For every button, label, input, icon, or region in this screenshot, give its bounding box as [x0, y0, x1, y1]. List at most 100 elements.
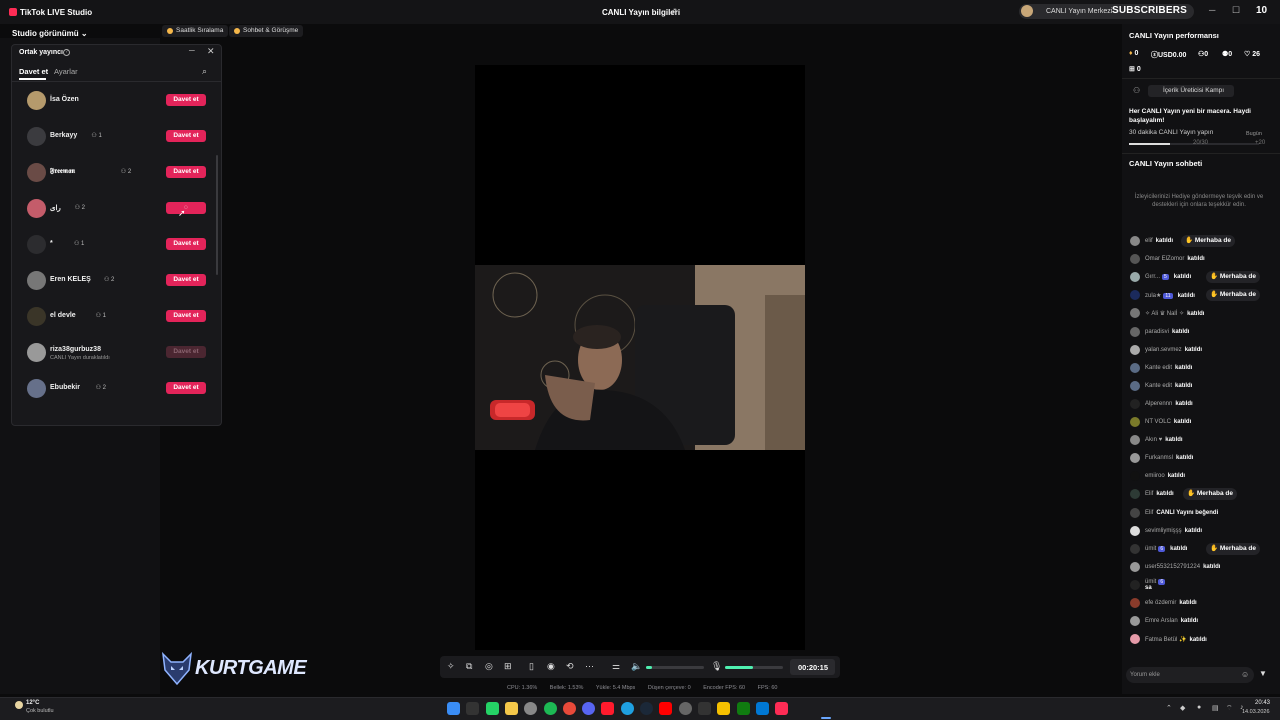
- avatar[interactable]: [27, 235, 46, 254]
- discord-icon[interactable]: [582, 702, 596, 715]
- weather-temp[interactable]: 12°C: [26, 700, 39, 706]
- chat-avatar[interactable]: [1130, 344, 1140, 355]
- search-icon[interactable]: ⌕: [202, 66, 207, 77]
- chat-username[interactable]: Alperennn: [1145, 401, 1172, 407]
- obs-icon[interactable]: [678, 702, 692, 715]
- layout-icon[interactable]: ⧉: [466, 661, 472, 672]
- steam-icon[interactable]: [640, 702, 653, 715]
- share-icon[interactable]: ⇗: [670, 6, 680, 16]
- avatar[interactable]: [27, 127, 46, 146]
- file-explorer-icon[interactable]: [504, 702, 518, 715]
- chrome-icon[interactable]: [562, 702, 576, 715]
- whatsapp-icon[interactable]: [485, 702, 499, 715]
- chat-username[interactable]: Kante edit: [1145, 383, 1172, 389]
- avatar[interactable]: [27, 379, 46, 398]
- chat-meeting-chip[interactable]: Sohbet & Görüşme: [229, 25, 304, 37]
- chat-avatar[interactable]: [1130, 598, 1140, 608]
- chat-username[interactable]: Fatma Betül ✨: [1145, 637, 1186, 643]
- avatar[interactable]: [27, 271, 46, 290]
- invite-button[interactable]: Davet et: [166, 130, 206, 142]
- clock-time[interactable]: 20:43: [1255, 700, 1270, 706]
- chat-username[interactable]: Furkanmsl: [1145, 455, 1173, 461]
- chat-username[interactable]: Elif: [1145, 510, 1153, 516]
- opera-icon[interactable]: [601, 702, 615, 715]
- language-icon[interactable]: ▤: [1212, 704, 1219, 712]
- studio-view-dropdown[interactable]: Studio görünümü ⌄: [12, 29, 88, 38]
- windows-start-icon[interactable]: [447, 702, 460, 715]
- add-source-icon[interactable]: ⊞: [504, 661, 512, 672]
- chat-username[interactable]: Gırr...: [1145, 274, 1160, 280]
- invite-button[interactable]: Davet et: [166, 346, 206, 358]
- say-hello-button[interactable]: ✋ Merhaba de: [1206, 271, 1260, 284]
- app-tray-icon[interactable]: ●: [1197, 704, 1201, 711]
- avatar[interactable]: [27, 91, 46, 110]
- speaker-icon[interactable]: 🔈: [631, 661, 642, 672]
- more-icon[interactable]: ⋯: [585, 661, 594, 672]
- chat-avatar[interactable]: [1130, 507, 1140, 518]
- app-tray-icon[interactable]: ◆: [1180, 704, 1185, 712]
- chat-username[interactable]: emiiroo: [1145, 473, 1165, 479]
- chat-username[interactable]: ümit: [1145, 579, 1156, 585]
- chat-avatar[interactable]: [1130, 398, 1140, 409]
- search-icon[interactable]: [466, 702, 480, 715]
- popup-minimize-button[interactable]: ─: [189, 46, 195, 55]
- chat-avatar[interactable]: [1130, 543, 1140, 554]
- emoji-icon[interactable]: ☺: [1241, 670, 1249, 679]
- chevron-up-icon[interactable]: ⌃: [1166, 704, 1172, 712]
- chat-username[interactable]: elif: [1145, 238, 1153, 244]
- invite-button[interactable]: Davet et: [166, 94, 206, 106]
- chat-username[interactable]: sevimliymişşş: [1145, 528, 1182, 534]
- network-icon[interactable]: ⌔: [1226, 704, 1233, 713]
- edge-icon[interactable]: [620, 702, 634, 715]
- invite-button[interactable]: ◌: [166, 202, 206, 214]
- youtube-icon[interactable]: [659, 702, 673, 715]
- invite-button[interactable]: Davet et: [166, 238, 206, 250]
- popup-close-icon[interactable]: ✕: [207, 46, 215, 57]
- say-hello-button[interactable]: ✋ Merhaba de: [1206, 542, 1260, 555]
- invite-button[interactable]: Davet et: [166, 310, 206, 322]
- chat-username[interactable]: ✧ Ali ♛ Nalİ ✧: [1145, 311, 1184, 317]
- chat-username[interactable]: Omar ElZomor: [1145, 256, 1184, 262]
- chat-avatar[interactable]: [1130, 525, 1140, 536]
- minimize-button[interactable]: ─: [1209, 5, 1215, 15]
- chat-username[interactable]: yalan.sevmez: [1145, 347, 1182, 353]
- store-icon[interactable]: [755, 702, 769, 715]
- invite-button[interactable]: Davet et: [166, 166, 206, 178]
- avatar[interactable]: [27, 343, 46, 362]
- chat-username[interactable]: Emre Arslan: [1145, 618, 1178, 624]
- avatar[interactable]: [27, 307, 46, 326]
- chat-username[interactable]: Akın ♥: [1145, 437, 1162, 443]
- tab-settings[interactable]: Ayarlar: [54, 67, 78, 76]
- terminal-icon[interactable]: [697, 702, 711, 715]
- mixer-icon[interactable]: ⚌: [612, 661, 620, 672]
- chat-username[interactable]: Kante edit: [1145, 365, 1172, 371]
- chat-username[interactable]: user5532152791224: [1145, 564, 1200, 570]
- help-icon[interactable]: ?: [63, 49, 70, 56]
- speaker-volume-slider[interactable]: [646, 666, 704, 669]
- phone-icon[interactable]: ▯: [529, 661, 534, 672]
- replay-icon[interactable]: ⟲: [566, 661, 574, 672]
- tab-invite[interactable]: Davet et: [19, 67, 48, 76]
- avatar[interactable]: [27, 163, 46, 182]
- popup-scrollbar[interactable]: [216, 155, 218, 275]
- chat-username[interactable]: efe özdemir: [1145, 600, 1176, 606]
- say-hello-button[interactable]: ✋ Merhaba de: [1183, 488, 1237, 501]
- chat-avatar[interactable]: [1130, 579, 1140, 590]
- magic-wand-icon[interactable]: ✧: [447, 661, 455, 672]
- invite-button[interactable]: Davet et: [166, 274, 206, 286]
- chat-username[interactable]: ümit: [1145, 546, 1156, 552]
- live-info-button[interactable]: CANLI Yayın bilgileri: [602, 8, 680, 17]
- chat-avatar[interactable]: [1130, 417, 1140, 427]
- say-hello-button[interactable]: ✋ Merhaba de: [1181, 235, 1235, 247]
- chat-username[interactable]: Elif: [1145, 491, 1153, 497]
- chat-avatar[interactable]: [1130, 326, 1140, 337]
- user-add-icon[interactable]: ⚇: [1133, 86, 1140, 95]
- spotify-icon[interactable]: [543, 702, 557, 715]
- tiktok-studio-icon[interactable]: [775, 702, 789, 715]
- chat-avatar[interactable]: [1130, 561, 1140, 572]
- avatar[interactable]: [27, 199, 46, 218]
- chat-avatar[interactable]: [1130, 362, 1140, 373]
- say-hello-button[interactable]: ✋ Merhaba de: [1206, 289, 1260, 302]
- record-icon[interactable]: ◉: [547, 661, 555, 672]
- chat-username[interactable]: paradisvi: [1145, 329, 1169, 335]
